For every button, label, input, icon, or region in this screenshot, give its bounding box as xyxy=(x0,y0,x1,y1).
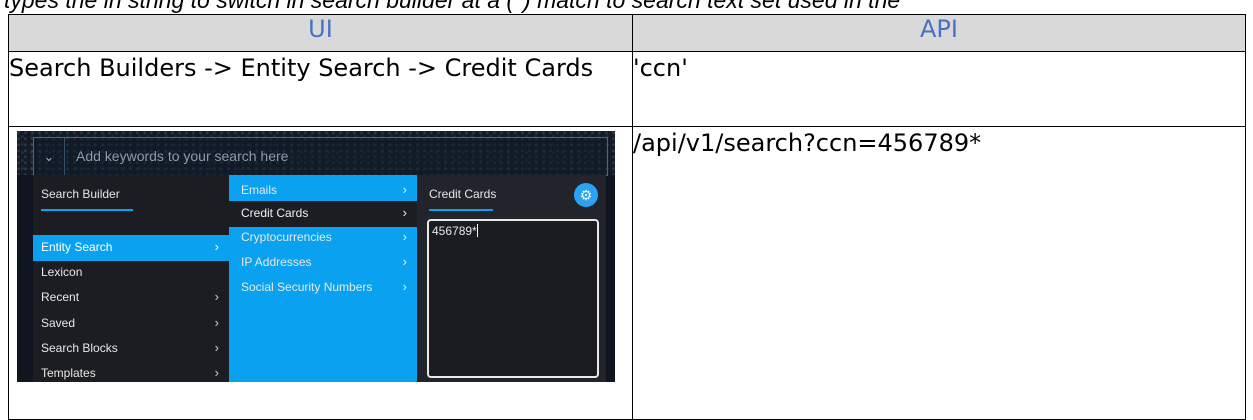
chevron-right-icon: › xyxy=(214,289,219,304)
title-underline xyxy=(41,209,133,211)
panel-title: Credit Cards xyxy=(429,187,497,201)
text-caret xyxy=(476,224,478,237)
chevron-right-icon: › xyxy=(214,365,219,380)
chevron-right-icon: › xyxy=(214,340,219,355)
menu-item-lexicon[interactable]: Lexicon xyxy=(33,260,229,286)
menu-item-recent[interactable]: Recent › xyxy=(33,285,229,311)
menu-item-search-blocks[interactable]: Search Blocks › xyxy=(33,336,229,362)
chevron-right-icon: › xyxy=(402,229,407,244)
table-header-row: UI API xyxy=(8,14,1246,52)
input-text: 456789* xyxy=(432,224,477,238)
menu-item-label: Lexicon xyxy=(41,265,83,279)
api-url-cell: /api/v1/search?ccn=456789* xyxy=(632,126,1246,420)
title-underline xyxy=(429,209,493,211)
menu-item-label: Recent xyxy=(41,290,80,304)
menu-item-label: IP Addresses xyxy=(241,255,312,269)
menu-item-label: Credit Cards xyxy=(241,206,309,220)
menu-item-label: Cryptocurrencies xyxy=(241,230,332,244)
ui-screenshot-cell: ⌄ Add keywords to your search here Searc… xyxy=(8,126,633,420)
menu-item-templates[interactable]: Templates › xyxy=(33,361,229,382)
credit-cards-panel: Credit Cards ⚙ 456789* xyxy=(417,175,606,382)
gear-icon[interactable]: ⚙ xyxy=(574,183,598,207)
menu-item-saved[interactable]: Saved › xyxy=(33,311,229,337)
ui-path-cell: Search Builders -> Entity Search -> Cred… xyxy=(8,51,633,127)
chevron-right-icon: › xyxy=(214,315,219,330)
chevron-right-icon: › xyxy=(402,254,407,269)
search-bar[interactable]: ⌄ Add keywords to your search here xyxy=(33,137,608,176)
menu-item-entity-search[interactable]: Entity Search › xyxy=(33,235,229,261)
chevron-down-icon[interactable]: ⌄ xyxy=(34,138,65,175)
menu-item-label: Search Blocks xyxy=(41,341,118,355)
menu-item-cryptocurrencies[interactable]: Cryptocurrencies › xyxy=(229,225,417,251)
menu-item-credit-cards[interactable]: Credit Cards › xyxy=(229,201,417,227)
chevron-right-icon: › xyxy=(402,279,407,294)
header-api: API xyxy=(632,14,1246,52)
table-row: ⌄ Add keywords to your search here Searc… xyxy=(8,126,1246,420)
chevron-right-icon: › xyxy=(402,182,407,197)
entity-search-panel: Emails › Credit Cards › Cryptocurrencies… xyxy=(229,175,417,382)
credit-card-input[interactable]: 456789* xyxy=(427,219,599,378)
input-value: 456789* xyxy=(432,224,478,238)
menu-item-label: Emails xyxy=(241,183,278,197)
menu-item-ssn[interactable]: Social Security Numbers › xyxy=(229,275,417,301)
api-param-cell: 'ccn' xyxy=(632,51,1246,127)
menu-item-ip-addresses[interactable]: IP Addresses › xyxy=(229,250,417,276)
menu-item-label: Templates xyxy=(41,366,96,380)
chevron-right-icon: › xyxy=(402,205,407,220)
chevron-right-icon: › xyxy=(214,239,219,254)
ui-screenshot: ⌄ Add keywords to your search here Searc… xyxy=(17,131,615,382)
menu-item-label: Entity Search xyxy=(41,240,113,254)
search-input[interactable]: Add keywords to your search here xyxy=(76,138,288,175)
mapping-table: UI API Search Builders -> Entity Search … xyxy=(8,14,1246,420)
caption-text: types the in string to switch in search … xyxy=(4,0,901,13)
menu-item-label: Saved xyxy=(41,316,76,330)
search-builder-panel: Search Builder Entity Search › Lexicon R… xyxy=(33,175,229,382)
menu-item-label: Social Security Numbers xyxy=(241,280,373,294)
header-ui: UI xyxy=(8,14,633,52)
table-row: Search Builders -> Entity Search -> Cred… xyxy=(8,51,1246,127)
panel-title: Search Builder xyxy=(41,187,120,201)
